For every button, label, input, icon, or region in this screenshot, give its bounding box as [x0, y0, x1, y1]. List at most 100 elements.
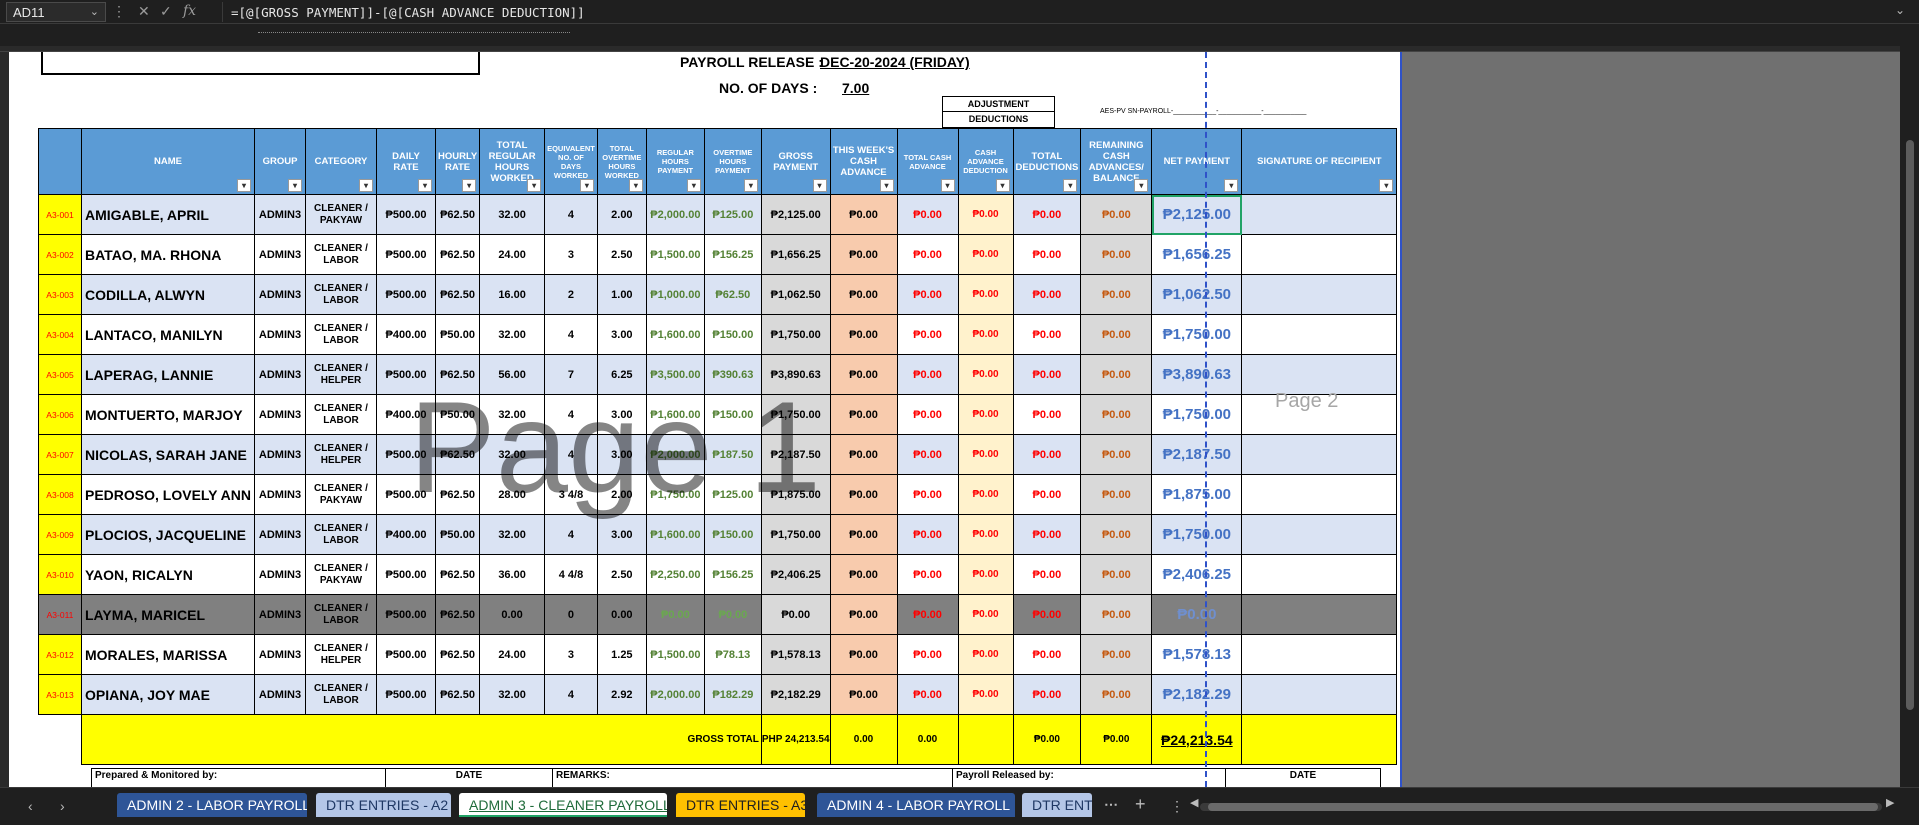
cell-days[interactable]: 0 — [544, 594, 598, 635]
insert-function-icon[interactable]: fx — [183, 3, 196, 19]
cell-signature[interactable] — [1241, 194, 1398, 235]
cell-reg-hours[interactable]: 28.00 — [479, 474, 546, 515]
cell-category[interactable]: CLEANER / LABOR — [305, 594, 377, 635]
cell-reg-pay[interactable]: ₱2,250.00 — [645, 554, 705, 595]
cell-total-ded[interactable]: ₱0.00 — [1012, 234, 1082, 275]
cell-name[interactable]: LAYMA, MARICEL — [81, 594, 255, 635]
cell-reg-hours[interactable]: 32.00 — [479, 394, 546, 435]
cell-reg-pay[interactable]: ₱2,000.00 — [645, 194, 705, 235]
cell-reg-pay[interactable]: ₱2,000.00 — [645, 674, 705, 715]
header-cell[interactable]: HOURLY RATE ▾ — [434, 128, 481, 195]
cell-daily[interactable]: ₱500.00 — [376, 354, 436, 395]
cell-category[interactable]: CLEANER / LABOR — [305, 314, 377, 355]
cell-daily[interactable]: ₱500.00 — [376, 594, 436, 635]
cell-gross[interactable]: ₱3,890.63 — [760, 354, 831, 395]
cell-signature[interactable] — [1241, 634, 1398, 675]
cell-daily[interactable]: ₱500.00 — [376, 554, 436, 595]
cell-name[interactable]: MORALES, MARISSA — [81, 634, 255, 675]
cell-total-ca[interactable]: ₱0.00 — [896, 434, 959, 475]
cell-total-ded[interactable]: ₱0.00 — [1012, 274, 1082, 315]
cell-gross[interactable]: ₱1,750.00 — [760, 514, 831, 555]
cell-daily[interactable]: ₱500.00 — [376, 634, 436, 675]
cell-net[interactable]: ₱2,187.50 — [1151, 434, 1243, 475]
cancel-icon[interactable]: ✕ — [138, 3, 150, 20]
header-cell[interactable]: GROSS PAYMENT ▾ — [760, 128, 831, 195]
cell-hourly[interactable]: ₱62.50 — [434, 434, 481, 475]
cell-ot-pay[interactable]: ₱187.50 — [703, 434, 762, 475]
cell-name[interactable]: BATAO, MA. RHONA — [81, 234, 255, 275]
cell-net[interactable]: ₱2,125.00 — [1151, 194, 1243, 235]
formula-input[interactable]: =[@[GROSS PAYMENT]]-[@[CASH ADVANCE DEDU… — [222, 2, 1882, 22]
cell-total-ded[interactable]: ₱0.00 — [1012, 674, 1082, 715]
cell-reg-hours[interactable]: 32.00 — [479, 194, 546, 235]
cell-ot-hours[interactable]: 2.50 — [596, 554, 647, 595]
cell-reg-hours[interactable]: 36.00 — [479, 554, 546, 595]
cell-id[interactable]: A3-013 — [38, 674, 82, 715]
cell-ca-ded[interactable]: ₱0.00 — [957, 634, 1014, 675]
cell-signature[interactable] — [1241, 474, 1398, 515]
sheet-tab[interactable]: DTR ENTRIES - A2 — [316, 793, 451, 817]
cell-daily[interactable]: ₱400.00 — [376, 314, 436, 355]
cell-gross[interactable]: ₱2,182.29 — [760, 674, 831, 715]
cell-id[interactable]: A3-004 — [38, 314, 82, 355]
cell-days[interactable]: 7 — [544, 354, 598, 395]
cell-total-ca[interactable]: ₱0.00 — [896, 474, 959, 515]
total-total-ded[interactable]: ₱0.00 — [1012, 714, 1082, 765]
cell-remaining[interactable]: ₱0.00 — [1080, 514, 1153, 555]
cell-net[interactable]: ₱1,062.50 — [1151, 274, 1243, 315]
cell-net[interactable]: ₱2,182.29 — [1151, 674, 1243, 715]
cell-name[interactable]: AMIGABLE, APRIL — [81, 194, 255, 235]
name-box[interactable]: AD11 ⌄ — [6, 2, 106, 22]
cell-category[interactable]: CLEANER / LABOR — [305, 674, 377, 715]
cell-ot-hours[interactable]: 6.25 — [596, 354, 647, 395]
cell-reg-pay[interactable]: ₱3,500.00 — [645, 354, 705, 395]
cell-total-ca[interactable]: ₱0.00 — [896, 314, 959, 355]
cell-gross[interactable]: ₱0.00 — [760, 594, 831, 635]
cell-ot-pay[interactable]: ₱150.00 — [703, 394, 762, 435]
cell-name[interactable]: CODILLA, ALWYN — [81, 274, 255, 315]
options-icon[interactable]: ⋮ — [1170, 798, 1184, 815]
cell-group[interactable]: ADMIN3 — [254, 594, 306, 635]
cell-hourly[interactable]: ₱50.00 — [434, 394, 481, 435]
cell-ot-hours[interactable]: 2.00 — [596, 194, 647, 235]
cell-this-ca[interactable]: ₱0.00 — [829, 634, 898, 675]
cell-group[interactable]: ADMIN3 — [254, 634, 306, 675]
total-gross[interactable]: PHP 24,213.54 — [760, 714, 831, 765]
cell-hourly[interactable]: ₱62.50 — [434, 274, 481, 315]
cell-remaining[interactable]: ₱0.00 — [1080, 194, 1153, 235]
cell-total-ca[interactable]: ₱0.00 — [896, 194, 959, 235]
cell-total-ca[interactable]: ₱0.00 — [896, 674, 959, 715]
cell-ot-pay[interactable]: ₱0.00 — [703, 594, 762, 635]
cell-reg-hours[interactable]: 24.00 — [479, 234, 546, 275]
header-cell[interactable]: DAILY RATE ▾ — [376, 128, 436, 195]
cell-hourly[interactable]: ₱62.50 — [434, 554, 481, 595]
cell-id[interactable]: A3-002 — [38, 234, 82, 275]
sheet-tab[interactable]: DTR ENTR — [1022, 793, 1092, 817]
cell-reg-hours[interactable]: 0.00 — [479, 594, 546, 635]
cell-reg-pay[interactable]: ₱1,600.00 — [645, 514, 705, 555]
cell-category[interactable]: CLEANER / HELPER — [305, 634, 377, 675]
cell-reg-pay[interactable]: ₱1,600.00 — [645, 394, 705, 435]
cell-total-ded[interactable]: ₱0.00 — [1012, 634, 1082, 675]
cell-gross[interactable]: ₱2,406.25 — [760, 554, 831, 595]
cell-ot-hours[interactable]: 2.92 — [596, 674, 647, 715]
header-cell[interactable]: NET PAYMENT ▾ — [1151, 128, 1243, 195]
cell-total-ded[interactable]: ₱0.00 — [1012, 474, 1082, 515]
total-cell[interactable] — [957, 714, 1014, 765]
cell-remaining[interactable]: ₱0.00 — [1080, 434, 1153, 475]
cell-daily[interactable]: ₱500.00 — [376, 434, 436, 475]
cell-group[interactable]: ADMIN3 — [254, 234, 306, 275]
cell-signature[interactable] — [1241, 674, 1398, 715]
cell-days[interactable]: 4 — [544, 394, 598, 435]
cell-days[interactable]: 4 — [544, 314, 598, 355]
cell-this-ca[interactable]: ₱0.00 — [829, 354, 898, 395]
outside-print-area[interactable] — [1402, 52, 1900, 787]
cell-reg-pay[interactable]: ₱1,500.00 — [645, 634, 705, 675]
cell-group[interactable]: ADMIN3 — [254, 194, 306, 235]
cell-id[interactable]: A3-003 — [38, 274, 82, 315]
cell-total-ca[interactable]: ₱0.00 — [896, 594, 959, 635]
cell-remaining[interactable]: ₱0.00 — [1080, 354, 1153, 395]
cell-ot-hours[interactable]: 3.00 — [596, 514, 647, 555]
cell-reg-hours[interactable]: 32.00 — [479, 434, 546, 475]
cell-this-ca[interactable]: ₱0.00 — [829, 274, 898, 315]
